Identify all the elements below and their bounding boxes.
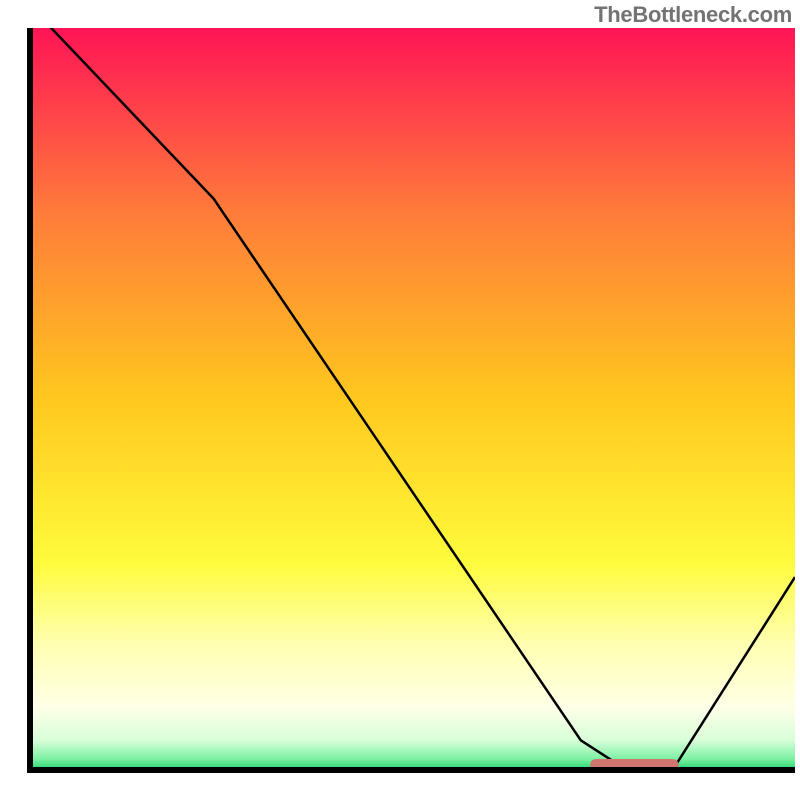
plot-gradient-background <box>30 28 795 770</box>
watermark-text: TheBottleneck.com <box>594 2 792 28</box>
bottleneck-chart <box>0 0 800 800</box>
